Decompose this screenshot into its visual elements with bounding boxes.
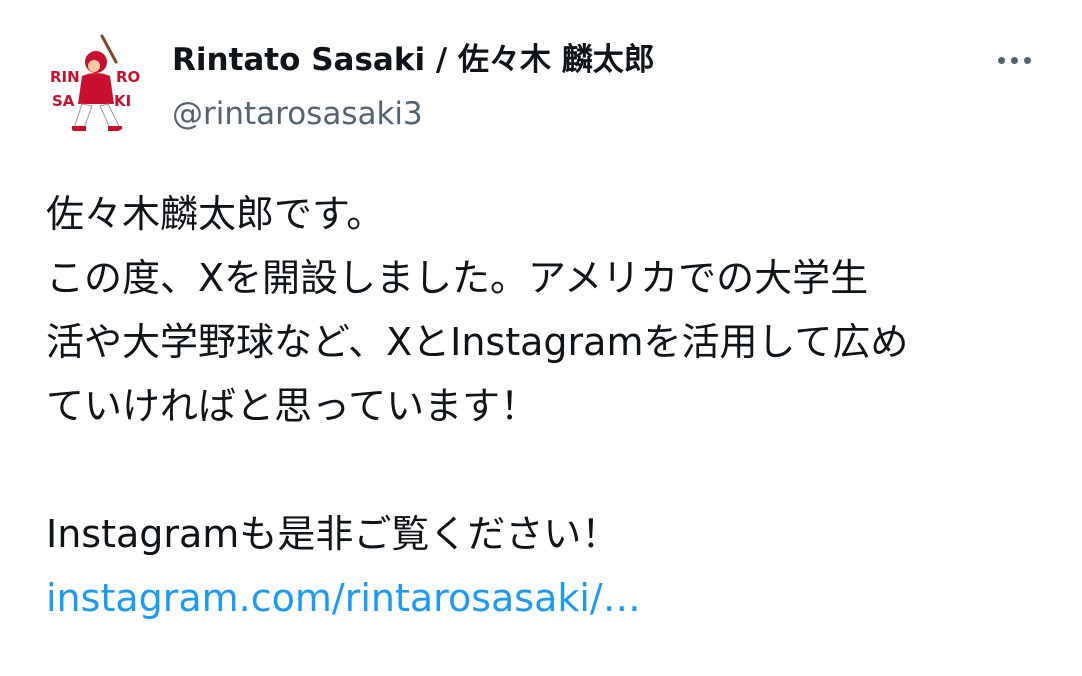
- tweet-line: ていければと思っています！: [46, 384, 539, 428]
- tweet-line: 佐々木麟太郎です。: [46, 192, 385, 236]
- avatar-illustration: RIN RO SA KI: [44, 32, 148, 136]
- tweet-line: この度、Xを開設しました。アメリカでの大学生: [46, 256, 869, 300]
- svg-text:RIN: RIN: [50, 68, 80, 86]
- tweet-line: Instagramも是非ご覧ください！: [46, 512, 620, 556]
- author-info: Rintato Sasaki / 佐々木 麟太郎 @rintarosasaki3: [172, 38, 655, 136]
- more-options-button[interactable]: [988, 40, 1040, 80]
- instagram-link[interactable]: instagram.com/rintarosasaki/…: [46, 576, 641, 620]
- svg-text:RO: RO: [116, 68, 140, 86]
- avatar[interactable]: RIN RO SA KI: [44, 32, 148, 136]
- svg-text:SA: SA: [52, 92, 75, 110]
- tweet: RIN RO SA KI Rintato Sasaki / 佐々木 麟太郎 @r…: [0, 0, 1082, 676]
- more-horizontal-icon: [995, 56, 1034, 64]
- author-display-name[interactable]: Rintato Sasaki / 佐々木 麟太郎: [172, 38, 655, 82]
- author-handle[interactable]: @rintarosasaki3: [172, 92, 655, 136]
- svg-text:KI: KI: [114, 92, 131, 110]
- tweet-line: 活や大学野球など、XとInstagramを活用して広め: [46, 320, 909, 364]
- tweet-text: 佐々木麟太郎です。 この度、Xを開設しました。アメリカでの大学生 活や大学野球な…: [46, 182, 1046, 630]
